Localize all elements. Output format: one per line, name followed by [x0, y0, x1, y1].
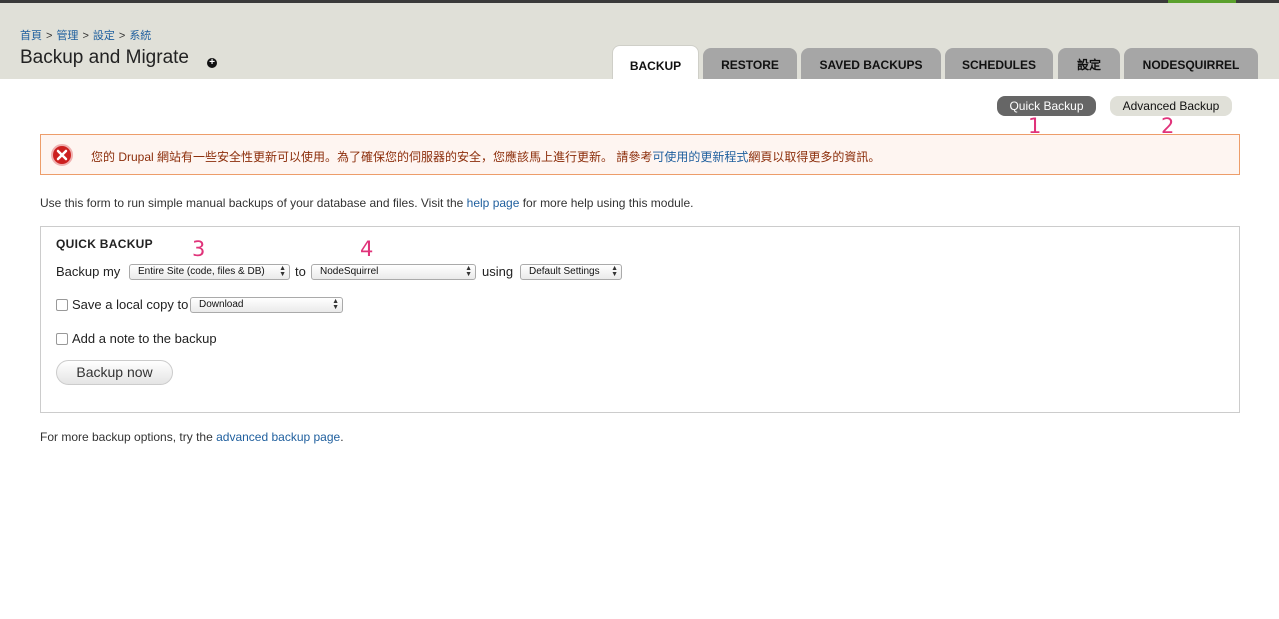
tab-settings[interactable]: 設定	[1058, 48, 1120, 79]
breadcrumb-admin[interactable]: 管理	[56, 30, 78, 42]
annotation-marker: 3	[192, 237, 206, 261]
profile-select[interactable]: Default Settings ▲ ▼	[520, 264, 622, 280]
local-copy-select[interactable]: Download ▲ ▼	[190, 297, 343, 313]
select-arrows-icon: ▲ ▼	[465, 265, 472, 278]
page-header: 首頁 > 管理 > 設定 > 系統 Backup and Migrate + BACKUP …	[0, 3, 1279, 79]
advanced-backup-page-link[interactable]: advanced backup page	[216, 430, 340, 444]
error-text-before: 您的 Drupal 網站有一些安全性更新可以使用。為了確保您的伺服器的安全，您應…	[91, 150, 653, 164]
footer-before: For more backup options, try the	[40, 430, 217, 444]
annotation-marker: 4	[360, 237, 374, 261]
error-icon	[51, 144, 73, 166]
profile-select-value: Default Settings	[529, 266, 600, 277]
local-copy-select-value: Download	[199, 299, 244, 310]
security-update-error: 您的 Drupal 網站有一些安全性更新可以使用。為了確保您的伺服器的安全，您應…	[40, 134, 1240, 175]
quick-backup-legend: QUICK BACKUP	[56, 237, 153, 251]
quick-backup-fieldset: QUICK BACKUP 3 4 Backup my Entire Site (…	[40, 226, 1240, 413]
breadcrumb: 首頁 > 管理 > 設定 > 系統	[20, 27, 151, 43]
breadcrumb-separator: >	[46, 30, 53, 42]
intro-after: for more help using this module.	[519, 196, 694, 210]
page-title: Backup and Migrate	[20, 47, 189, 68]
backup-now-button[interactable]: Backup now	[56, 360, 173, 385]
backup-source-row: Backup my Entire Site (code, files & DB)…	[56, 264, 1226, 282]
tab-schedules[interactable]: SCHEDULES	[945, 48, 1053, 79]
destination-select[interactable]: NodeSquirrel ▲ ▼	[311, 264, 476, 280]
select-arrows-icon: ▲ ▼	[279, 265, 286, 278]
tab-saved-backups[interactable]: SAVED BACKUPS	[801, 48, 941, 79]
available-updates-link[interactable]: 可使用的更新程式	[652, 150, 748, 164]
breadcrumb-system[interactable]: 系統	[129, 30, 151, 42]
help-page-link[interactable]: help page	[467, 196, 520, 210]
tab-advanced-backup[interactable]: Advanced Backup	[1110, 96, 1232, 116]
note-row: Add a note to the backup	[56, 331, 356, 349]
breadcrumb-separator: >	[118, 30, 126, 42]
tab-quick-backup[interactable]: Quick Backup	[997, 96, 1096, 116]
tab-restore[interactable]: RESTORE	[703, 48, 797, 79]
tab-nodesquirrel[interactable]: NODESQUIRREL	[1124, 48, 1258, 79]
local-copy-label[interactable]: Save a local copy to	[72, 297, 188, 312]
tab-backup[interactable]: BACKUP	[612, 45, 699, 79]
add-note-label[interactable]: Add a note to the backup	[72, 331, 217, 346]
backup-my-label: Backup my	[56, 264, 121, 279]
intro-before: Use this form to run simple manual backu…	[40, 196, 467, 210]
source-select[interactable]: Entire Site (code, files & DB) ▲ ▼	[129, 264, 290, 280]
error-message: 您的 Drupal 網站有一些安全性更新可以使用。為了確保您的伺服器的安全，您應…	[91, 148, 880, 165]
breadcrumb-home[interactable]: 首頁	[20, 30, 42, 42]
add-note-checkbox[interactable]	[56, 333, 68, 345]
select-arrows-icon: ▲ ▼	[611, 265, 618, 278]
footer-text: For more backup options, try the advance…	[40, 430, 344, 444]
source-select-value: Entire Site (code, files & DB)	[138, 266, 265, 277]
local-copy-row: Save a local copy to Download ▲ ▼	[56, 297, 456, 315]
local-copy-checkbox[interactable]	[56, 299, 68, 311]
destination-select-value: NodeSquirrel	[320, 266, 379, 277]
to-label: to	[295, 264, 306, 279]
select-arrows-icon: ▲ ▼	[332, 298, 339, 311]
add-shortcut-icon[interactable]: +	[207, 58, 217, 68]
footer-after: .	[340, 430, 344, 444]
intro-text: Use this form to run simple manual backu…	[40, 196, 693, 210]
using-label: using	[482, 264, 514, 279]
breadcrumb-config[interactable]: 設定	[93, 30, 115, 42]
breadcrumb-separator: >	[82, 30, 89, 42]
error-text-after: 網頁以取得更多的資訊。	[748, 150, 881, 164]
